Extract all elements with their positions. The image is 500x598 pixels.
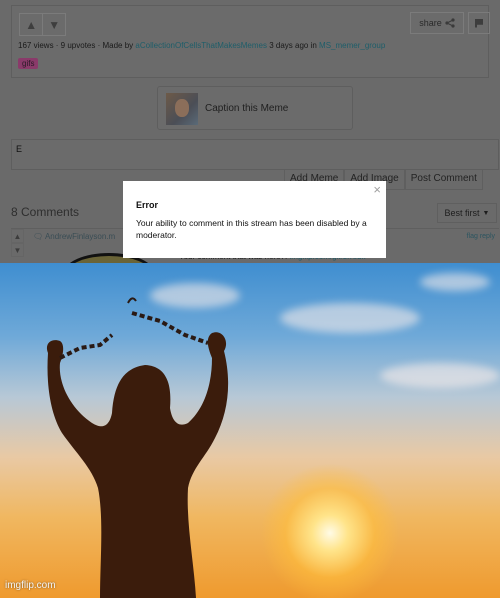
caption-label: Caption this Meme (205, 103, 289, 114)
comment-upvote-button[interactable]: ▲ (11, 229, 24, 243)
share-button[interactable]: share (410, 12, 464, 34)
tag-badge[interactable]: gifs (18, 58, 39, 69)
comment-input[interactable]: E (11, 139, 499, 170)
meme-comment-icon: 🗨 (33, 232, 45, 241)
sort-label: Best first (444, 208, 480, 218)
comment-votes: ▲ ▼ (11, 229, 24, 257)
share-label: share (419, 18, 442, 28)
caption-meme-button[interactable]: Caption this Meme (157, 86, 353, 130)
error-modal: × Error Your ability to comment in this … (123, 181, 386, 258)
imgflip-watermark: imgflip.com (5, 580, 56, 591)
author-link[interactable]: aCollectionOfCellsThatMakesMemes (135, 41, 267, 50)
sort-dropdown[interactable]: Best first ▼ (437, 203, 497, 223)
modal-message: Your ability to comment in this stream h… (136, 218, 367, 240)
comment-downvote-button[interactable]: ▼ (11, 243, 24, 257)
post-meta: 167 views · 9 upvotes · Made by aCollect… (18, 41, 385, 50)
share-icon (445, 18, 455, 28)
comment-flag-reply-links[interactable]: flag reply (467, 233, 495, 240)
modal-title: Error (136, 200, 159, 210)
upvote-button[interactable]: ▲ (20, 14, 42, 35)
post-time: 3 days ago in (267, 41, 320, 50)
comment-user[interactable]: 🗨 AndrewFinlayson.m (33, 232, 115, 241)
downvote-button[interactable]: ▼ (42, 14, 65, 35)
post-comment-button[interactable]: Post Comment (404, 170, 483, 190)
close-icon[interactable]: × (373, 182, 381, 197)
arrow-down-icon: ▼ (48, 17, 61, 32)
meme-thumbnail (166, 93, 198, 125)
flag-button[interactable] (468, 12, 490, 34)
vote-group: ▲ ▼ (19, 13, 66, 36)
flag-icon (475, 18, 483, 28)
post-stats: 167 views · 9 upvotes · Made by (18, 41, 136, 50)
breaking-chains-photo: imgflip.com (0, 263, 500, 598)
comments-count: 8 Comments (11, 205, 80, 219)
comment-username[interactable]: AndrewFinlayson.m (45, 232, 115, 241)
screenshot-panel: ▲ ▼ share 167 views · 9 upvotes · Made b… (0, 0, 500, 263)
arrow-up-icon: ▲ (25, 17, 38, 32)
caret-down-icon: ▼ (482, 209, 490, 217)
stream-link[interactable]: MS_memer_group (319, 41, 385, 50)
